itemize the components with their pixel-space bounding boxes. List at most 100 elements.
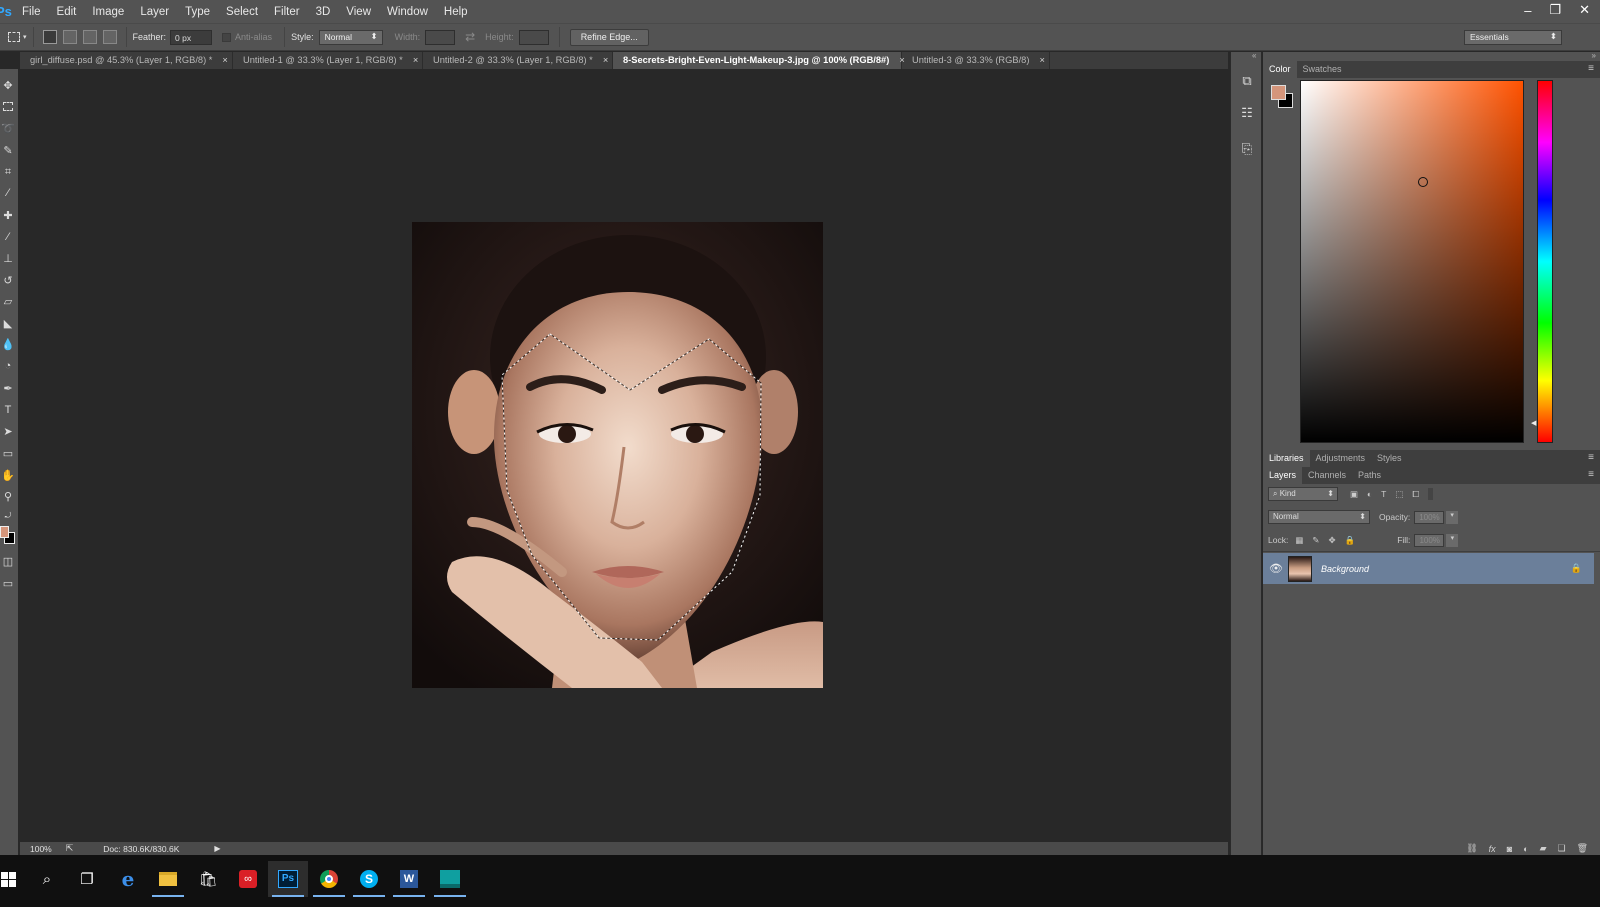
- swap-arrows-icon[interactable]: ⇄: [465, 30, 475, 44]
- filter-toggle-icon[interactable]: [1428, 488, 1434, 500]
- search-icon[interactable]: ⌕: [27, 861, 67, 897]
- history-panel-icon[interactable]: ⧉: [1238, 72, 1256, 90]
- link-layers-icon[interactable]: ⛓: [1466, 843, 1477, 854]
- edge-icon[interactable]: e: [108, 861, 148, 897]
- store-icon[interactable]: 🛍: [188, 861, 228, 897]
- smart-object-filter-icon[interactable]: ⧠: [1412, 489, 1419, 500]
- close-icon[interactable]: ×: [603, 55, 608, 69]
- add-selection-button[interactable]: [62, 30, 77, 44]
- menu-layer[interactable]: Layer: [132, 6, 177, 18]
- tab-libraries[interactable]: Libraries: [1263, 450, 1310, 467]
- hue-slider[interactable]: [1537, 80, 1553, 443]
- feather-input[interactable]: 0 px: [170, 29, 213, 45]
- marquee-tool-icon[interactable]: [1, 101, 15, 115]
- lock-transparent-icon[interactable]: ▦: [1295, 535, 1303, 546]
- chevron-down-icon[interactable]: ▾: [1446, 510, 1459, 524]
- pixel-filter-icon[interactable]: ▣: [1350, 489, 1358, 500]
- blend-mode-select[interactable]: Normal ⬍: [1268, 510, 1370, 524]
- trash-icon[interactable]: 🗑: [1577, 843, 1588, 854]
- hue-slider-handle-icon[interactable]: ◀: [1531, 419, 1536, 427]
- layer-mask-icon[interactable]: ◙: [1507, 844, 1512, 854]
- shape-filter-icon[interactable]: ⬚: [1395, 489, 1403, 500]
- new-group-icon[interactable]: ▰: [1540, 843, 1547, 854]
- menu-view[interactable]: View: [338, 6, 379, 18]
- panel-menu-icon[interactable]: ≡: [1588, 63, 1594, 74]
- opacity-input[interactable]: 100%: [1414, 510, 1445, 524]
- quick-mask-icon[interactable]: ◫: [1, 555, 15, 569]
- fill-input[interactable]: 100%: [1414, 533, 1445, 547]
- collapse-icon[interactable]: «: [1252, 51, 1256, 60]
- menu-filter[interactable]: Filter: [266, 6, 308, 18]
- screen-mode-icon[interactable]: ▭: [1, 577, 15, 591]
- clone-source-panel-icon[interactable]: ⎘: [1238, 140, 1256, 158]
- width-input[interactable]: [425, 29, 456, 45]
- adjustment-filter-icon[interactable]: ◐: [1367, 489, 1372, 499]
- style-select[interactable]: Normal ⬍: [318, 29, 383, 45]
- close-icon[interactable]: ×: [413, 55, 418, 69]
- tab-untitled-2[interactable]: Untitled-2 @ 33.3% (Layer 1, RGB/8) * ×: [423, 52, 613, 69]
- menu-image[interactable]: Image: [84, 6, 132, 18]
- layer-name[interactable]: Background: [1321, 564, 1369, 574]
- shape-tool-icon[interactable]: ▭: [1, 447, 15, 461]
- word-icon[interactable]: W: [389, 861, 429, 897]
- task-view-icon[interactable]: ❐: [67, 861, 107, 897]
- panel-menu-icon[interactable]: ≡: [1588, 469, 1594, 480]
- close-icon[interactable]: ×: [222, 55, 227, 69]
- menu-help[interactable]: Help: [436, 6, 476, 18]
- layer-row-background[interactable]: 👁 Background 🔒: [1263, 553, 1594, 584]
- color-picker-ring[interactable]: [1418, 177, 1428, 187]
- tab-untitled-3[interactable]: Untitled-3 @ 33.3% (RGB/8) ×: [902, 52, 1050, 69]
- clone-stamp-tool-icon[interactable]: ⊥: [1, 252, 15, 266]
- close-icon[interactable]: ×: [1039, 55, 1044, 69]
- menu-edit[interactable]: Edit: [49, 6, 85, 18]
- tab-color[interactable]: Color: [1263, 61, 1297, 78]
- swap-colors-icon[interactable]: ⤾: [1, 509, 15, 523]
- restore-button[interactable]: ❐: [1549, 2, 1561, 18]
- new-selection-button[interactable]: [42, 30, 57, 44]
- height-input[interactable]: [518, 29, 549, 45]
- new-layer-icon[interactable]: ❏: [1557, 843, 1565, 854]
- pen-tool-icon[interactable]: ✒: [1, 382, 15, 396]
- tab-makeup-photo[interactable]: 8-Secrets-Bright-Even-Light-Makeup-3.jpg…: [613, 52, 905, 69]
- layer-style-icon[interactable]: fx: [1489, 844, 1496, 854]
- filter-kind-select[interactable]: ⌕ Kind ⬍: [1268, 487, 1338, 501]
- expand-icon[interactable]: »: [1592, 51, 1596, 60]
- refine-edge-button[interactable]: Refine Edge...: [569, 28, 649, 46]
- chevron-down-icon[interactable]: ▾: [23, 33, 27, 41]
- lock-all-icon[interactable]: 🔒: [1345, 535, 1356, 546]
- brush-tool-icon[interactable]: ⁄: [1, 230, 15, 244]
- blur-tool-icon[interactable]: 💧: [1, 338, 15, 352]
- move-tool-icon[interactable]: ✥: [1, 79, 15, 93]
- healing-brush-tool-icon[interactable]: ✚: [1, 209, 15, 223]
- type-filter-icon[interactable]: T: [1381, 489, 1386, 499]
- chevron-down-icon[interactable]: ▾: [1446, 533, 1459, 547]
- start-icon[interactable]: [0, 861, 28, 897]
- hand-tool-icon[interactable]: ✋: [1, 469, 15, 483]
- tab-channels[interactable]: Channels: [1302, 467, 1352, 484]
- tab-paths[interactable]: Paths: [1352, 467, 1387, 484]
- tab-untitled-1[interactable]: Untitled-1 @ 33.3% (Layer 1, RGB/8) * ×: [233, 52, 423, 69]
- lock-position-icon[interactable]: ✥: [1328, 535, 1335, 546]
- crop-tool-icon[interactable]: ⌗: [1, 165, 15, 179]
- menu-select[interactable]: Select: [218, 6, 266, 18]
- document-image[interactable]: [412, 222, 823, 688]
- eyedropper-tool-icon[interactable]: ⁄: [1, 186, 15, 200]
- lock-pixels-icon[interactable]: ✎: [1312, 535, 1319, 546]
- menu-type[interactable]: Type: [177, 6, 218, 18]
- color-picker-field[interactable]: [1300, 80, 1524, 443]
- creative-cloud-icon[interactable]: ∞: [228, 861, 268, 897]
- chrome-icon[interactable]: [309, 861, 349, 897]
- intersect-selection-button[interactable]: [102, 30, 117, 44]
- path-select-tool-icon[interactable]: ➤: [1, 425, 15, 439]
- close-button[interactable]: ✕: [1579, 2, 1590, 18]
- file-explorer-icon[interactable]: [148, 861, 188, 897]
- tab-swatches[interactable]: Swatches: [1297, 61, 1348, 78]
- dodge-tool-icon[interactable]: ◔: [1, 359, 15, 373]
- panel-menu-icon[interactable]: ≡: [1588, 452, 1594, 463]
- foreground-color-swatch[interactable]: [0, 526, 9, 538]
- skype-icon[interactable]: S: [349, 861, 389, 897]
- eye-icon[interactable]: 👁: [1269, 562, 1283, 575]
- tab-styles[interactable]: Styles: [1371, 450, 1408, 467]
- type-tool-icon[interactable]: T: [1, 403, 15, 417]
- menu-3d[interactable]: 3D: [308, 6, 339, 18]
